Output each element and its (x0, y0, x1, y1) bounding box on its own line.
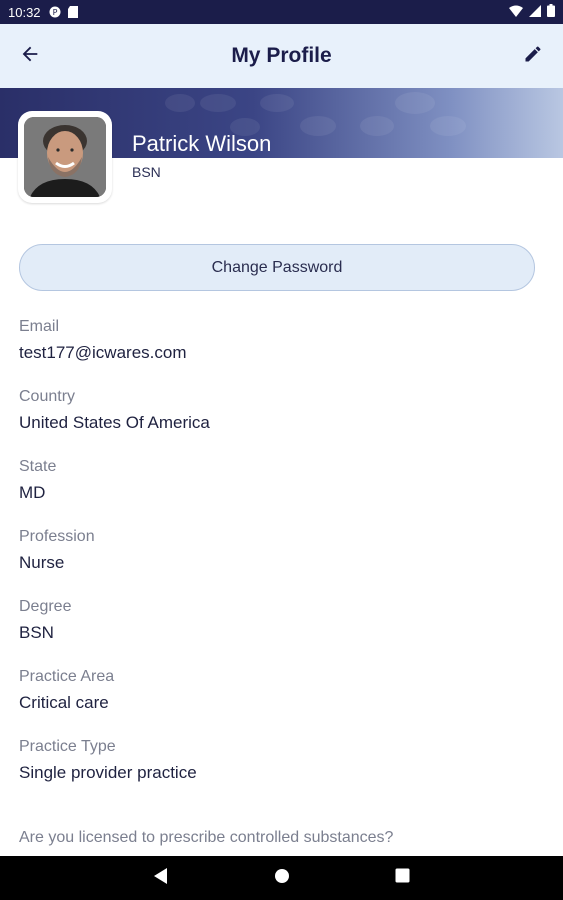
field-label: Profession (19, 528, 95, 545)
field-state: State MD (19, 458, 549, 503)
field-value: BSN (19, 623, 54, 642)
field-label: Country (19, 388, 76, 405)
field-practice-area: Practice Area Critical care (19, 668, 549, 713)
notification-app-icon: P (49, 6, 61, 18)
svg-text:P: P (52, 8, 57, 17)
back-button[interactable] (14, 40, 46, 72)
status-time: 10:32 (8, 4, 41, 20)
field-label: Practice Type (19, 738, 116, 755)
field-value: Critical care (19, 693, 109, 712)
circle-home-icon (274, 868, 290, 889)
profile-degree: BSN (132, 164, 161, 180)
nav-back-button[interactable] (149, 866, 173, 890)
nav-recents-button[interactable] (390, 866, 414, 890)
controlled-substances-question: Are you licensed to prescribe controlled… (19, 829, 394, 846)
field-profession: Profession Nurse (19, 528, 549, 573)
app-bar: My Profile (0, 24, 563, 88)
pencil-icon (523, 44, 543, 69)
field-label: Degree (19, 598, 72, 615)
avatar (24, 117, 106, 197)
field-country: Country United States Of America (19, 388, 549, 433)
triangle-back-icon (153, 867, 169, 890)
signal-icon (529, 4, 541, 20)
field-value: MD (19, 483, 46, 502)
change-password-button[interactable]: Change Password (19, 244, 535, 291)
wifi-icon (509, 5, 523, 20)
profile-fields: Email test177@icwares.com Country United… (19, 318, 549, 808)
field-label: Practice Area (19, 668, 115, 685)
field-practice-type: Practice Type Single provider practice (19, 738, 549, 783)
square-recents-icon (395, 868, 410, 888)
sd-card-icon (67, 6, 79, 18)
page-title: My Profile (231, 44, 332, 67)
field-value: United States Of America (19, 413, 210, 432)
edit-profile-button[interactable] (517, 40, 549, 72)
status-indicators (509, 4, 555, 20)
profile-name: Patrick Wilson (132, 131, 272, 156)
field-email: Email test177@icwares.com (19, 318, 549, 363)
status-bar: 10:32 P (0, 0, 563, 24)
nav-home-button[interactable] (270, 866, 294, 890)
field-degree: Degree BSN (19, 598, 549, 643)
avatar-frame[interactable] (18, 111, 112, 203)
arrow-left-icon (19, 43, 41, 70)
field-label: Email (19, 318, 60, 335)
battery-icon (547, 4, 555, 20)
field-value: Single provider practice (19, 763, 197, 782)
field-value: Nurse (19, 553, 65, 572)
field-label: State (19, 458, 57, 475)
system-nav-bar (0, 856, 563, 900)
field-value: test177@icwares.com (19, 343, 187, 362)
